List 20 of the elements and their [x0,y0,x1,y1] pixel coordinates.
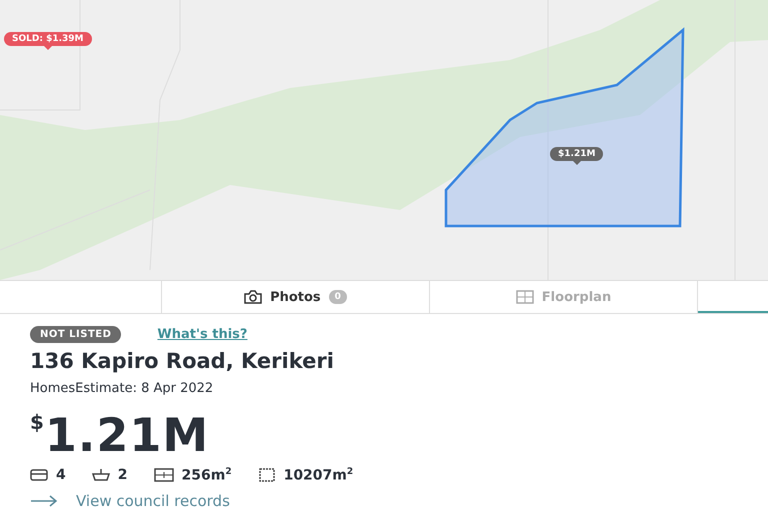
status-badge: NOT LISTED [30,326,122,343]
bathtub-icon [92,468,110,482]
estimate-date: HomesEstimate: 8 Apr 2022 [30,381,214,396]
estimated-price: $^{$}$1.21M [30,407,210,461]
land-area-icon [258,467,276,484]
arrow-icon [30,494,58,507]
tab-label: Photos [270,290,321,304]
camera-icon [244,290,262,304]
feature-value: 10207m$^{2}$ [284,467,354,484]
photo-count: 0 [328,290,347,304]
floorplan-icon [154,468,174,482]
council-records-link[interactable]: View council records [76,492,230,510]
tab-label: Floorplan [542,290,612,304]
feature-value: 2 [118,467,128,484]
property-address: 136 Kapiro Road, Kerikeri [30,349,335,373]
feature-value: 4 [56,467,66,484]
feature-value: 256m$^{2}$ [182,467,232,484]
help-link[interactable]: What's this? [157,327,248,342]
bed-icon [30,469,48,482]
floorplan-icon [516,290,534,304]
